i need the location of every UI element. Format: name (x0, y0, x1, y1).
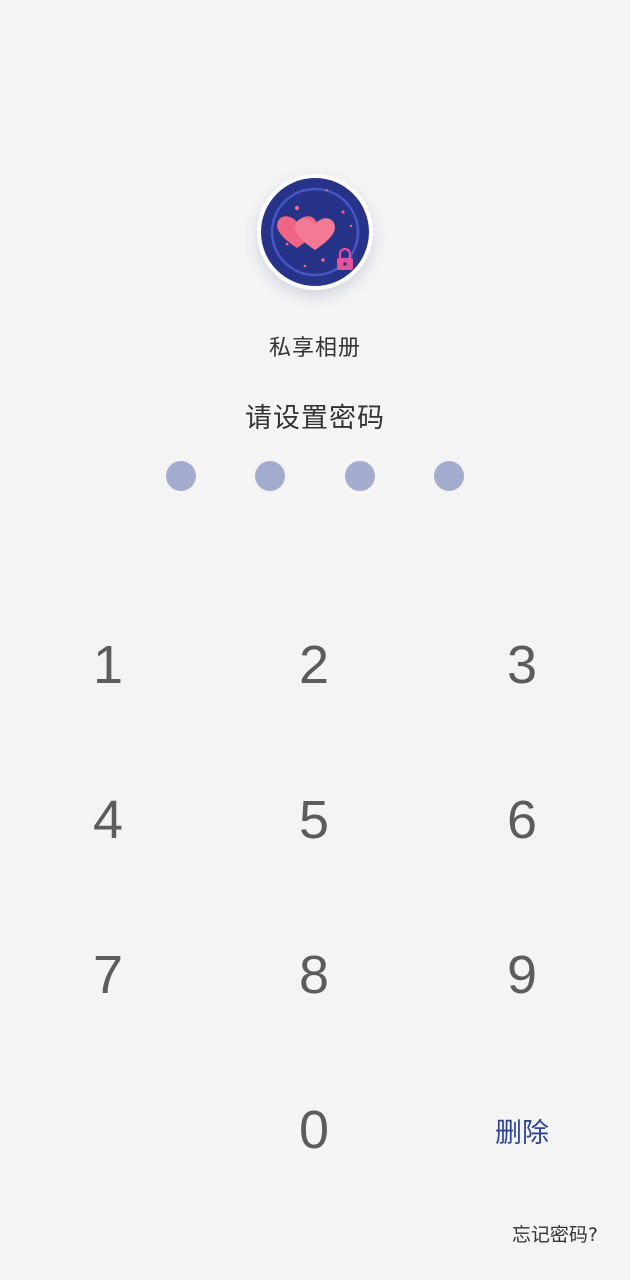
hearts-lock-icon (261, 178, 369, 286)
set-password-prompt: 请设置密码 (245, 403, 385, 434)
key-5[interactable]: 5 (234, 765, 394, 875)
pin-dot (345, 461, 375, 491)
pin-dot (255, 461, 285, 491)
key-1[interactable]: 1 (28, 610, 188, 720)
key-9[interactable]: 9 (442, 920, 602, 1030)
pin-dot (434, 461, 464, 491)
key-8[interactable]: 8 (234, 920, 394, 1030)
pin-indicator (0, 461, 630, 491)
forgot-password-link[interactable]: 忘记密码? (512, 1220, 598, 1247)
app-logo (257, 174, 373, 290)
app-title: 私享相册 (268, 336, 361, 361)
key-3[interactable]: 3 (442, 610, 602, 720)
key-0[interactable]: 0 (234, 1075, 394, 1185)
key-6[interactable]: 6 (442, 765, 602, 875)
key-7[interactable]: 7 (28, 920, 188, 1030)
delete-button[interactable]: 删除 (442, 1075, 602, 1185)
key-4[interactable]: 4 (28, 765, 188, 875)
pin-dot (166, 461, 196, 491)
key-2[interactable]: 2 (234, 610, 394, 720)
